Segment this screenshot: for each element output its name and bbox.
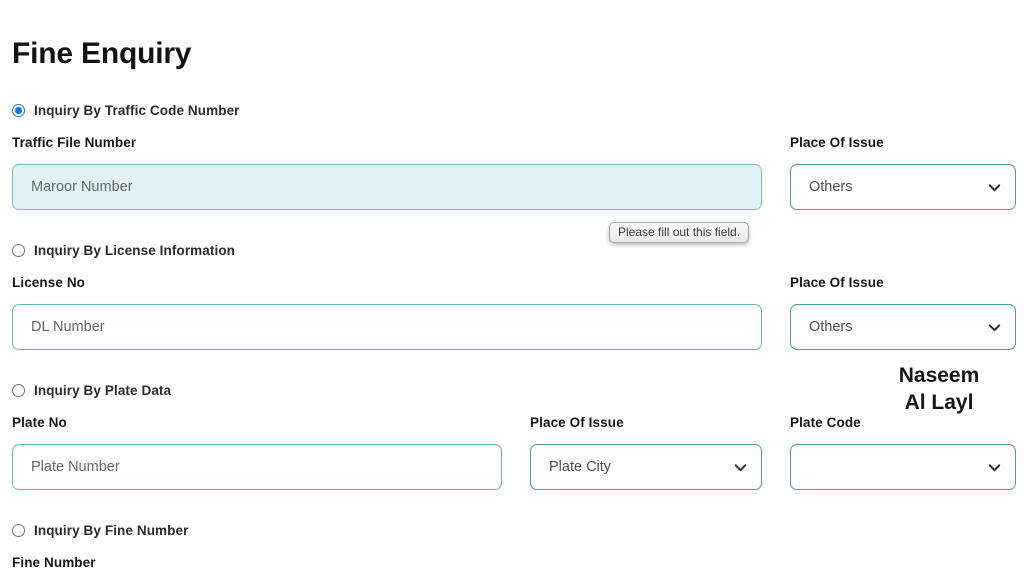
- label-place-of-issue-license: Place Of Issue: [790, 275, 884, 290]
- select-place-of-issue-traffic[interactable]: Others: [790, 164, 1016, 210]
- radio-fine-number-indicator[interactable]: [12, 523, 25, 537]
- label-plate-code: Plate Code: [790, 415, 861, 430]
- radio-license-information-indicator[interactable]: [12, 243, 25, 257]
- input-license-no[interactable]: [12, 304, 762, 350]
- overlay-watermark-text: Naseem Al Layl: [838, 363, 1024, 417]
- label-place-of-issue-traffic: Place Of Issue: [790, 135, 884, 150]
- overlay-watermark-line-2: Al Layl: [904, 390, 974, 414]
- validation-tooltip-text: Please fill out this field.: [618, 225, 741, 239]
- label-plate-no: Plate No: [12, 415, 67, 430]
- chevron-down-icon: [988, 321, 1001, 334]
- radio-option-license-information[interactable]: Inquiry By License Information: [12, 241, 235, 259]
- overlay-watermark-line-1: Naseem: [898, 364, 980, 387]
- radio-license-information-label: Inquiry By License Information: [34, 242, 236, 258]
- radio-traffic-code-number-label: Inquiry By Traffic Code Number: [34, 102, 240, 118]
- chevron-down-icon: [988, 181, 1001, 194]
- select-place-of-issue-traffic-value: Others: [809, 179, 853, 195]
- radio-plate-data-indicator[interactable]: [12, 383, 25, 397]
- label-place-of-issue-plate: Place Of Issue: [530, 415, 624, 430]
- select-place-of-issue-license[interactable]: Others: [790, 304, 1016, 350]
- radio-option-fine-number[interactable]: Inquiry By Fine Number: [12, 521, 188, 539]
- chevron-down-icon: [734, 461, 747, 474]
- radio-traffic-code-number-indicator[interactable]: [12, 103, 25, 117]
- input-plate-no[interactable]: [12, 444, 502, 490]
- label-fine-number: Fine Number: [12, 555, 96, 570]
- select-place-of-issue-license-value: Others: [809, 319, 853, 335]
- select-plate-code[interactable]: [790, 444, 1016, 490]
- radio-option-plate-data[interactable]: Inquiry By Plate Data: [12, 381, 171, 399]
- radio-plate-data-label: Inquiry By Plate Data: [34, 382, 172, 398]
- select-place-of-issue-plate-value: Plate City: [549, 459, 612, 475]
- input-traffic-file-number[interactable]: [12, 164, 762, 210]
- label-license-no: License No: [12, 275, 86, 290]
- radio-fine-number-label: Inquiry By Fine Number: [34, 522, 189, 538]
- select-place-of-issue-plate[interactable]: Plate City: [530, 444, 762, 490]
- validation-tooltip: Please fill out this field.: [609, 222, 750, 243]
- chevron-down-icon: [988, 461, 1001, 474]
- page-title: Fine Enquiry: [12, 37, 192, 71]
- label-traffic-file-number: Traffic File Number: [12, 135, 137, 150]
- radio-option-traffic-code-number[interactable]: Inquiry By Traffic Code Number: [12, 101, 240, 119]
- fine-enquiry-page: Fine Enquiry Inquiry By Traffic Code Num…: [0, 0, 1024, 576]
